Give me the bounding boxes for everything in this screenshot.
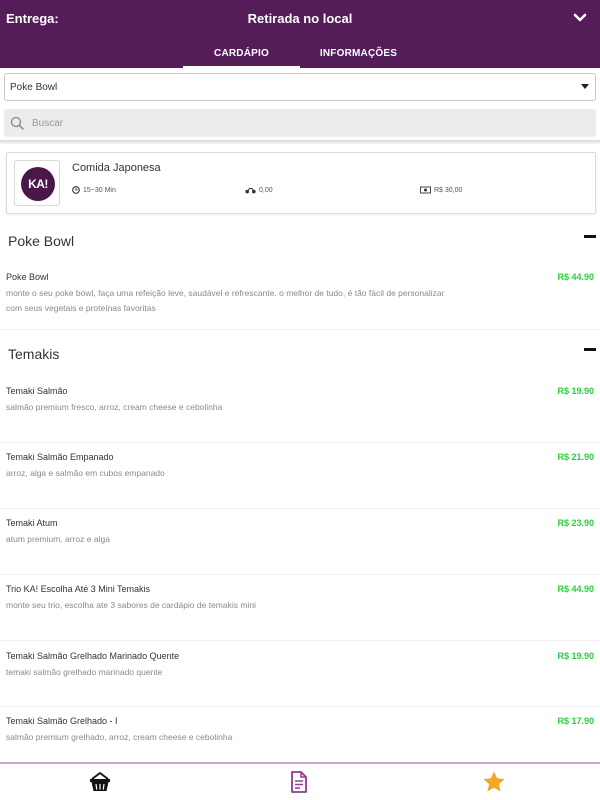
item-description: salmão premium grelhado, arroz, cream ch… [6,732,233,742]
search-bar[interactable] [4,109,596,137]
item-description: salmão premium fresco, arroz, cream chee… [6,402,223,412]
item-price: R$ 44.90 [557,272,594,282]
pickup-mode-title[interactable]: Retirada no local [0,11,600,26]
chevron-down-icon[interactable] [572,10,588,26]
search-icon [10,116,24,130]
item-description: atum premium, arroz e alga [6,534,110,544]
item-description: temaki salmão grelhado marinado quente [6,667,163,677]
section-header-temakis[interactable]: Temakis [0,342,600,364]
item-name: Temaki Atum [6,518,58,528]
store-delivery-time: 15~30 Min [72,186,116,194]
item-price: R$ 19.90 [557,386,594,396]
item-name: Temaki Salmão [6,386,68,396]
item-price: R$ 21.90 [557,452,594,462]
item-description: arroz, alga e salmão em cubos empanado [6,468,165,478]
store-fee-text: 0,00 [259,186,273,194]
tab-bar: CARDÁPIO INFORMAÇÕES [183,44,417,68]
item-description: monte o seu poke bowl, faça uma refeição… [6,288,445,313]
menu-item[interactable]: Temaki Salmão Grelhado Marinado Quente t… [0,641,600,707]
menu-item[interactable]: Temaki Salmão salmão premium fresco, arr… [0,377,600,443]
star-icon[interactable] [482,770,506,794]
section-title: Poke Bowl [8,233,75,249]
section-title: Temakis [8,346,60,362]
section-header-poke-bowl[interactable]: Poke Bowl [0,229,600,251]
store-name: Comida Japonesa [72,162,161,174]
item-price: R$ 23.90 [557,518,594,528]
item-name: Poke Bowl [6,272,49,282]
minus-icon[interactable] [584,348,596,351]
clock-icon [72,186,80,194]
category-select[interactable]: Poke Bowl [4,73,596,101]
item-price: R$ 19.90 [557,651,594,661]
motorbike-icon [245,188,256,194]
store-logo: KA! [14,160,60,206]
tab-informacoes[interactable]: INFORMAÇÕES [300,44,417,68]
search-input[interactable] [32,113,582,133]
cash-icon [420,186,431,194]
dropdown-arrow-icon [581,84,589,89]
menu-item[interactable]: Temaki Atum atum premium, arroz e alga R… [0,509,600,575]
menu-item[interactable]: Poke Bowl monte o seu poke bowl, faça um… [0,262,600,330]
store-card[interactable]: KA! Comida Japonesa 15~30 Min 0,00 R$ 30… [6,152,596,214]
store-minimum-order: R$ 30,00 [420,186,462,194]
divider [0,140,600,144]
bottom-nav [0,762,600,800]
item-description: monte seu trio, escolha ate 3 sabores de… [6,600,256,610]
item-price: R$ 44.90 [557,584,594,594]
app-header: Entrega: Retirada no local CARDÁPIO INFO… [0,0,600,68]
item-name: Trio KA! Escolha Até 3 Mini Temakis [6,584,151,594]
menu-item[interactable]: Temaki Salmão Grelhado - I salmão premiu… [0,707,600,762]
menu-item[interactable]: Temaki Salmão Empanado arroz, alga e sal… [0,443,600,509]
item-price: R$ 17.90 [557,716,594,726]
store-time-text: 15~30 Min [83,186,116,194]
minus-icon[interactable] [584,235,596,238]
store-delivery-fee: 0,00 [245,186,273,194]
category-select-value: Poke Bowl [10,82,58,93]
item-name: Temaki Salmão Grelhado - I [6,716,118,726]
store-logo-mark: KA! [21,167,55,201]
item-name: Temaki Salmão Empanado [6,452,114,462]
store-min-order-text: R$ 30,00 [434,186,463,194]
tab-cardapio[interactable]: CARDÁPIO [183,44,300,68]
menu-item[interactable]: Trio KA! Escolha Até 3 Mini Temakis mont… [0,575,600,641]
basket-icon[interactable] [88,770,112,794]
document-icon[interactable] [287,770,311,794]
item-name: Temaki Salmão Grelhado Marinado Quente [6,651,180,661]
